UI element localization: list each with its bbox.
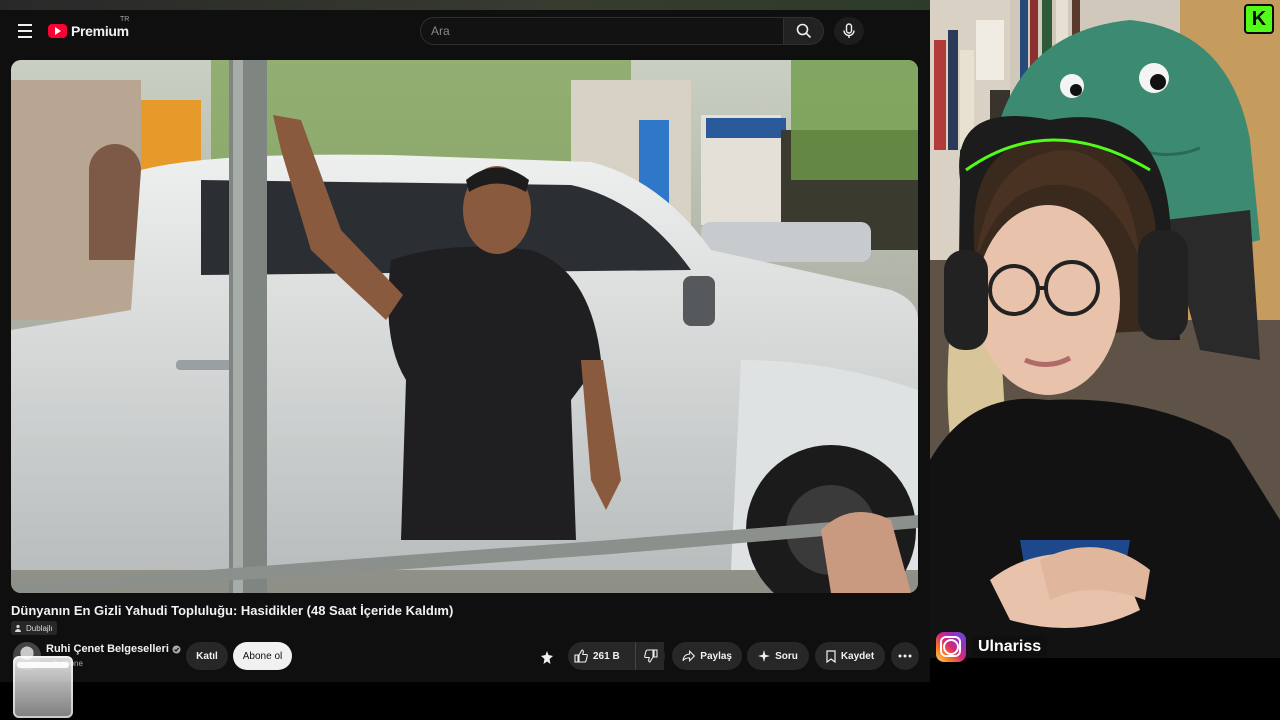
- share-label: Paylaş: [700, 650, 732, 662]
- search-button[interactable]: [784, 17, 824, 45]
- more-horizontal-icon: [898, 654, 912, 658]
- verified-check-icon: [172, 645, 181, 653]
- sparkle-icon-button[interactable]: [536, 644, 558, 672]
- dubbed-label: Dublajlı: [26, 623, 53, 633]
- search-icon: [796, 23, 811, 39]
- stream-cup-overlay: [13, 656, 73, 718]
- voice-search-button[interactable]: [834, 17, 864, 45]
- channel-name[interactable]: Ruhi Çenet Belgeselleri: [46, 643, 169, 655]
- dislike-button[interactable]: [635, 642, 665, 670]
- save-label: Kaydet: [840, 650, 875, 662]
- ask-button[interactable]: Soru: [747, 642, 809, 670]
- instagram-handle: Ulnariss: [972, 636, 1048, 658]
- search-box: [420, 17, 784, 45]
- logo-text: Premium: [71, 23, 129, 39]
- save-button[interactable]: Kaydet: [815, 642, 885, 670]
- video-player[interactable]: [11, 60, 918, 593]
- stream-screen: Premium TR Ara Dünyanın En Gizli Yahudi …: [0, 0, 1280, 720]
- sparkle-gear-icon: [541, 651, 553, 664]
- thumbs-up-icon: [574, 649, 588, 663]
- webcam-feed: [930, 0, 1280, 658]
- video-title: Dünyanın En Gizli Yahudi Topluluğu: Hasi…: [11, 603, 454, 618]
- sparkle-icon: [758, 650, 771, 662]
- subscribe-button[interactable]: Abone ol: [233, 642, 292, 670]
- microphone-icon: [843, 23, 855, 38]
- more-actions-button[interactable]: [891, 642, 919, 670]
- top-progress-strip: [0, 0, 930, 10]
- like-count: 261 B: [593, 650, 620, 662]
- video-frame-illustration: [11, 60, 918, 593]
- youtube-pane: Premium TR Ara Dünyanın En Gizli Yahudi …: [0, 0, 930, 682]
- instagram-icon: [936, 632, 966, 662]
- country-code: TR: [120, 16, 130, 23]
- dubbing-icon: [15, 624, 21, 632]
- channel-row: Ruhi Çenet Belgeselleri …h abone Katıl A…: [11, 640, 919, 674]
- join-button[interactable]: Katıl: [186, 642, 228, 670]
- menu-icon[interactable]: [14, 20, 36, 42]
- strip-accent: [0, 0, 930, 10]
- search-input[interactable]: [421, 18, 783, 44]
- dubbed-badge: Dublajlı: [11, 621, 57, 635]
- webcam-illustration: [930, 0, 1280, 658]
- instagram-tag: Ulnariss: [936, 632, 1048, 662]
- share-button[interactable]: Paylaş: [672, 642, 742, 670]
- share-arrow-icon: [682, 650, 696, 662]
- youtube-play-icon: [48, 24, 67, 38]
- masthead: Premium TR: [0, 10, 930, 54]
- bookmark-icon: [826, 649, 836, 663]
- youtube-premium-logo[interactable]: Premium TR: [48, 16, 129, 42]
- channel-name-row[interactable]: Ruhi Çenet Belgeselleri: [46, 643, 181, 655]
- ask-label: Soru: [775, 650, 798, 662]
- thumbs-down-icon: [643, 649, 658, 663]
- kick-logo: K: [1244, 4, 1274, 34]
